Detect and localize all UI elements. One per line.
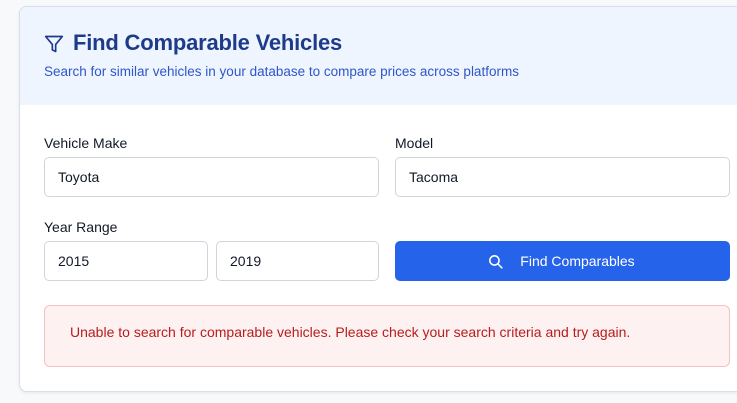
year-to-input[interactable] xyxy=(216,241,379,281)
card-header: Find Comparable Vehicles Search for simi… xyxy=(20,7,737,105)
find-comparables-label: Find Comparables xyxy=(520,253,635,269)
search-icon xyxy=(489,254,503,269)
model-input[interactable] xyxy=(395,157,730,197)
error-message: Unable to search for comparable vehicles… xyxy=(70,324,631,340)
vehicle-make-label: Vehicle Make xyxy=(44,135,128,151)
vehicle-make-input[interactable] xyxy=(44,157,379,197)
year-from-input[interactable] xyxy=(44,241,208,281)
page-subtitle: Search for similar vehicles in your data… xyxy=(44,64,519,79)
page-title: Find Comparable Vehicles xyxy=(73,30,343,55)
find-comparables-button[interactable]: Find Comparables xyxy=(395,241,730,281)
year-range-label: Year Range xyxy=(44,219,118,235)
model-label: Model xyxy=(395,135,434,151)
filter-icon xyxy=(44,35,64,53)
find-comparables-card: Find Comparable Vehicles Search for simi… xyxy=(19,6,737,392)
error-alert: Unable to search for comparable vehicles… xyxy=(44,305,730,367)
